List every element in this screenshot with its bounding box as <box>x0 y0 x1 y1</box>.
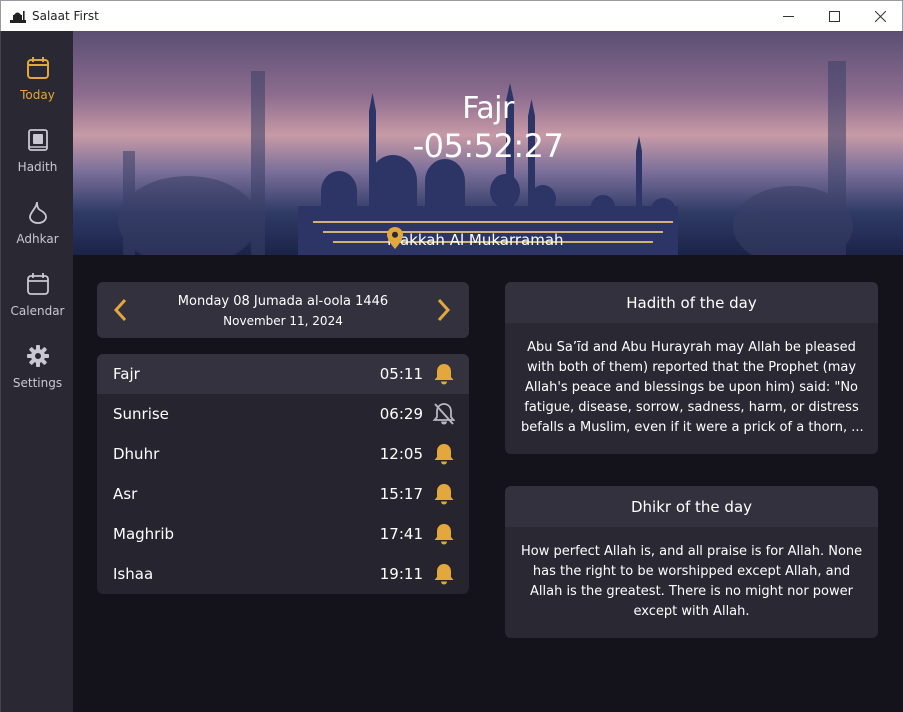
title-bar: Salaat First <box>0 0 903 31</box>
location-name: Makkah Al Mukarramah <box>387 231 564 249</box>
prayer-name: Dhuhr <box>113 445 160 463</box>
minimize-icon <box>782 16 794 17</box>
calendar-today-icon <box>25 55 51 81</box>
sidebar-item-settings[interactable]: Settings <box>1 337 74 401</box>
date-navigator: Monday 08 Jumada al-oola 1446 November 1… <box>97 282 469 338</box>
prayer-row-sunrise: Sunrise 06:29 <box>97 394 469 434</box>
next-day-button[interactable] <box>433 296 455 324</box>
hadith-card[interactable]: Hadith of the day Abu Sa’īd and Abu Hura… <box>505 282 878 454</box>
gear-icon <box>25 343 51 369</box>
prayer-name: Fajr <box>113 365 140 383</box>
prayer-time: 06:29 <box>379 405 423 423</box>
sidebar-item-label: Settings <box>12 376 63 390</box>
drop-icon <box>25 199 51 225</box>
prayer-row-asr: Asr 15:17 <box>97 474 469 514</box>
sidebar: Today Hadith Adhkar Calendar Settings <box>0 31 73 712</box>
prayer-time: 12:05 <box>379 445 423 463</box>
prayer-time: 17:41 <box>379 525 423 543</box>
close-icon <box>874 11 886 22</box>
dhikr-line: has the right to be worshipped except Al… <box>532 564 851 579</box>
dhikr-text: How perfect Allah is, and all praise is … <box>505 527 878 622</box>
close-button[interactable] <box>857 1 903 32</box>
prayer-name: Maghrib <box>113 525 175 543</box>
prayer-row-ishaa: Ishaa 19:11 <box>97 554 469 594</box>
sidebar-item-hadith[interactable]: Hadith <box>1 121 74 185</box>
dhikr-card[interactable]: Dhikr of the day How perfect Allah is, a… <box>505 486 878 638</box>
minimize-button[interactable] <box>765 1 811 32</box>
calendar-icon <box>25 271 51 297</box>
dhikr-card-title: Dhikr of the day <box>505 486 878 527</box>
hadith-card-title: Hadith of the day <box>505 282 878 323</box>
location-pin-icon <box>387 227 403 249</box>
next-prayer-name: Fajr <box>462 91 514 126</box>
prayer-name: Asr <box>113 485 138 503</box>
bell-icon[interactable] <box>432 482 456 506</box>
prayer-name: Ishaa <box>113 565 154 583</box>
sidebar-item-calendar[interactable]: Calendar <box>1 265 74 329</box>
prayer-row-fajr: Fajr 05:11 <box>97 354 469 394</box>
sidebar-item-label: Calendar <box>10 304 65 318</box>
hadith-line: befalls a Muslim, even if it were a pric… <box>521 420 864 435</box>
sidebar-item-label: Adhkar <box>16 232 59 246</box>
hadith-line: Allah's peace and blessings be upon him)… <box>525 380 858 395</box>
hijri-date: Monday 08 Jumada al-oola 1446 <box>177 294 389 309</box>
bell-muted-icon[interactable] <box>432 402 456 426</box>
bell-icon[interactable] <box>432 442 456 466</box>
dhikr-line: Allah is the greatest. There is no might… <box>529 584 853 599</box>
maximize-button[interactable] <box>811 1 857 32</box>
sidebar-item-adhkar[interactable]: Adhkar <box>1 193 74 257</box>
prayer-row-maghrib: Maghrib 17:41 <box>97 514 469 554</box>
prayer-time: 05:11 <box>379 365 423 383</box>
prayer-times-list: Fajr 05:11 Sunrise 06:29 Dhuhr 12:05 Asr… <box>97 354 469 594</box>
sidebar-item-label: Today <box>20 88 55 102</box>
dhikr-line: How perfect Allah is, and all praise is … <box>521 544 863 559</box>
hadith-line: with both of them) reported that the Pro… <box>526 360 857 375</box>
gregorian-date: November 11, 2024 <box>223 314 343 328</box>
prayer-countdown: -05:52:27 <box>412 127 564 165</box>
sidebar-item-today[interactable]: Today <box>1 49 74 113</box>
hadith-text: Abu Sa’īd and Abu Hurayrah may Allah be … <box>505 323 878 438</box>
prayer-time: 19:11 <box>379 565 423 583</box>
window-title: Salaat First <box>32 9 99 23</box>
bell-icon[interactable] <box>432 562 456 586</box>
sidebar-item-label: Hadith <box>17 160 58 174</box>
book-icon <box>25 127 51 153</box>
location-indicator[interactable]: Makkah Al Mukarramah <box>387 227 564 253</box>
bell-icon[interactable] <box>432 522 456 546</box>
maximize-icon <box>828 11 840 22</box>
hadith-line: Abu Sa’īd and Abu Hurayrah may Allah be … <box>527 340 856 355</box>
prayer-time: 15:17 <box>379 485 423 503</box>
hadith-line: fatigue, disease, sorrow, sadness, harm,… <box>524 400 859 415</box>
hero-banner: Fajr -05:52:27 Makkah Al Mukarramah <box>73 31 903 258</box>
bell-icon[interactable] <box>432 362 456 386</box>
prayer-name: Sunrise <box>113 405 169 423</box>
prayer-row-dhuhr: Dhuhr 12:05 <box>97 434 469 474</box>
app-logo-icon <box>10 11 26 23</box>
chevron-right-icon <box>437 298 451 322</box>
dhikr-line: except with Allah. <box>633 604 750 619</box>
